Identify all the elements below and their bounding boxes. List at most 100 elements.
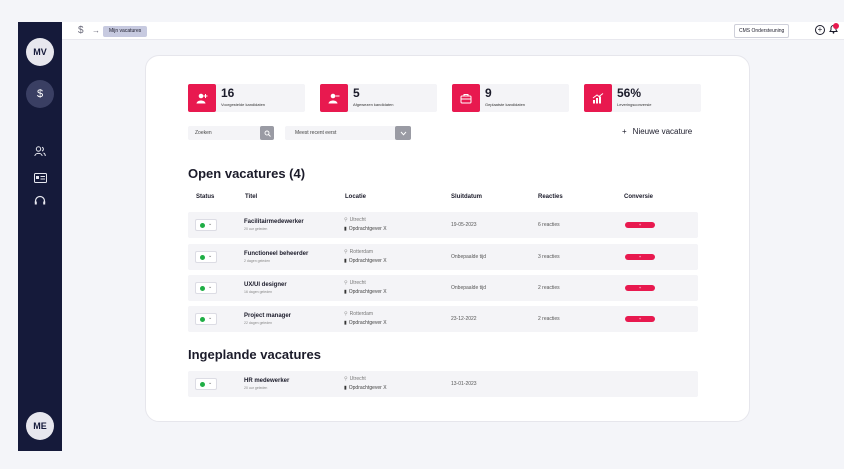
building-icon: ▮ <box>344 385 347 391</box>
pin-icon: ⚲ <box>344 376 348 382</box>
vacancy-title[interactable]: Facilitairmedewerker <box>244 219 304 225</box>
vacancy-client: ▮ Opdrachtgever X <box>344 385 387 391</box>
vacancy-location: ⚲ Utrecht <box>344 217 366 223</box>
bottom-avatar[interactable]: ME <box>26 412 54 440</box>
stat-label: Voorgestelde kandidaten <box>221 102 266 107</box>
col-location: Locatie <box>345 194 367 200</box>
user-plus-icon <box>188 84 216 112</box>
vacancy-title[interactable]: Functioneel beheerder <box>244 251 308 257</box>
vacancy-location: ⚲ Rotterdam <box>344 311 374 317</box>
chevron-down-icon: ⌄ <box>208 221 213 227</box>
search-icon[interactable] <box>260 126 274 140</box>
status-dot <box>200 286 205 291</box>
chevron-down-icon: ⌄ <box>208 253 213 259</box>
vacancy-client: ▮ Opdrachtgever X <box>344 320 387 326</box>
sort-value: Meest recent eerst <box>295 130 337 136</box>
stat-placed: 9 Geplaatste kandidaten <box>452 84 569 112</box>
chart-icon <box>584 84 612 112</box>
vacancy-age: 16 dagen geleden <box>244 290 273 294</box>
col-title: Titel <box>245 194 258 200</box>
table-row[interactable]: ⌄ UX/UI designer 16 dagen geleden ⚲ Utrec… <box>188 275 698 301</box>
table-row[interactable]: ⌄ Functioneel beheerder 2 dagen geleden … <box>188 244 698 270</box>
stat-value: 5 <box>353 86 360 100</box>
table-row[interactable]: ⌄ Facilitairmedewerker 20 uur geleden ⚲ U… <box>188 212 698 238</box>
table-row[interactable]: ⌄ HR medewerker 20 uur geleden ⚲ Utrecht … <box>188 371 698 397</box>
chevron-down-icon: ⌄ <box>208 380 213 386</box>
vacancy-title[interactable]: UX/UI designer <box>244 282 287 288</box>
chevron-down-icon: ⌄ <box>208 315 213 321</box>
plus-icon: + <box>638 222 642 227</box>
closing-date: Onbepaalde tijd <box>451 285 487 291</box>
conversion-bar[interactable]: + <box>625 285 655 291</box>
plus-icon: + <box>638 285 642 290</box>
search-input[interactable]: Zoeken <box>188 126 274 140</box>
chevron-down-icon[interactable] <box>395 126 411 140</box>
closing-date: Onbepaalde tijd <box>451 254 487 260</box>
briefcase-icon <box>452 84 480 112</box>
reactions-count[interactable]: 6 reacties <box>538 222 560 228</box>
id-card-icon[interactable] <box>30 171 50 185</box>
vacancy-age: 2 dagen geleden <box>244 259 271 263</box>
stat-rejected: 5 Afgewezen kandidaten <box>320 84 437 112</box>
vacancy-age: 22 dagen geleden <box>244 321 273 325</box>
user-avatar[interactable]: MV <box>26 38 54 66</box>
conversion-bar[interactable]: + <box>625 254 655 260</box>
closing-date: 19-05-2023 <box>451 222 477 228</box>
sidebar: MV $ ME <box>18 22 62 451</box>
status-dot <box>200 255 205 260</box>
status-dropdown[interactable]: ⌄ <box>195 282 217 294</box>
building-icon: ▮ <box>344 320 347 326</box>
status-dropdown[interactable]: ⌄ <box>195 378 217 390</box>
stat-suggested: 16 Voorgestelde kandidaten <box>188 84 305 112</box>
building-icon: ▮ <box>344 289 347 295</box>
plus-icon: + <box>638 316 642 321</box>
users-icon[interactable] <box>30 144 50 158</box>
breadcrumb[interactable]: Mijn vacatures <box>103 26 148 37</box>
open-vacancies-title: Open vacatures (4) <box>188 166 306 181</box>
pin-icon: ⚲ <box>344 217 348 223</box>
col-conversion: Conversie <box>624 194 654 200</box>
new-vacancy-button[interactable]: + Nieuwe vacature <box>622 127 692 136</box>
conversion-bar[interactable]: + <box>625 316 655 322</box>
building-icon: ▮ <box>344 258 347 264</box>
headset-icon[interactable] <box>30 193 50 207</box>
reactions-count[interactable]: 3 reacties <box>538 254 560 260</box>
pin-icon: ⚲ <box>344 311 348 317</box>
stat-value: 56% <box>617 86 642 100</box>
dollar-icon[interactable]: $ <box>26 80 54 108</box>
conversion-bar[interactable]: + <box>625 222 655 228</box>
col-reactions: Reacties <box>538 194 563 200</box>
table-row[interactable]: ⌄ Project manager 22 dagen geleden ⚲ Rott… <box>188 306 698 332</box>
cms-support-button[interactable]: CMS Ondersteuning <box>734 24 790 38</box>
status-dropdown[interactable]: ⌄ <box>195 313 217 325</box>
vacancy-location: ⚲ Utrecht <box>344 376 366 382</box>
user-minus-icon <box>320 84 348 112</box>
closing-date: 13-01-2023 <box>451 381 477 387</box>
vacancy-client: ▮ Opdrachtgever X <box>344 226 387 232</box>
stat-label: Afgewezen kandidaten <box>353 102 394 107</box>
notification-badge <box>833 23 839 29</box>
pin-icon: ⚲ <box>344 280 348 286</box>
reactions-count[interactable]: 2 reacties <box>538 285 560 291</box>
search-placeholder: Zoeken <box>195 130 212 136</box>
new-vacancy-label: Nieuwe vacature <box>632 127 693 136</box>
vacancy-title[interactable]: HR medewerker <box>244 378 289 384</box>
status-dot <box>200 382 205 387</box>
reactions-count[interactable]: 2 reacties <box>538 316 560 322</box>
sort-select[interactable]: Meest recent eerst <box>285 126 411 140</box>
status-dropdown[interactable]: ⌄ <box>195 251 217 263</box>
dollar-icon[interactable]: $ <box>78 25 84 36</box>
plus-icon: + <box>638 254 642 259</box>
stat-value: 16 <box>221 86 235 100</box>
chevron-down-icon: ⌄ <box>208 284 213 290</box>
vacancy-client: ▮ Opdrachtgever X <box>344 289 387 295</box>
stat-label: Geplaatste kandidaten <box>485 102 526 107</box>
vacancy-age: 20 uur geleden <box>244 386 268 390</box>
stat-label: Leveringsconversie <box>617 102 652 107</box>
col-status: Status <box>196 194 215 200</box>
stat-conversion: 56% Leveringsconversie <box>584 84 701 112</box>
status-dropdown[interactable]: ⌄ <box>195 219 217 231</box>
add-circle-icon[interactable]: + <box>815 25 825 35</box>
vacancy-title[interactable]: Project manager <box>244 313 291 319</box>
vacancy-age: 20 uur geleden <box>244 227 268 231</box>
